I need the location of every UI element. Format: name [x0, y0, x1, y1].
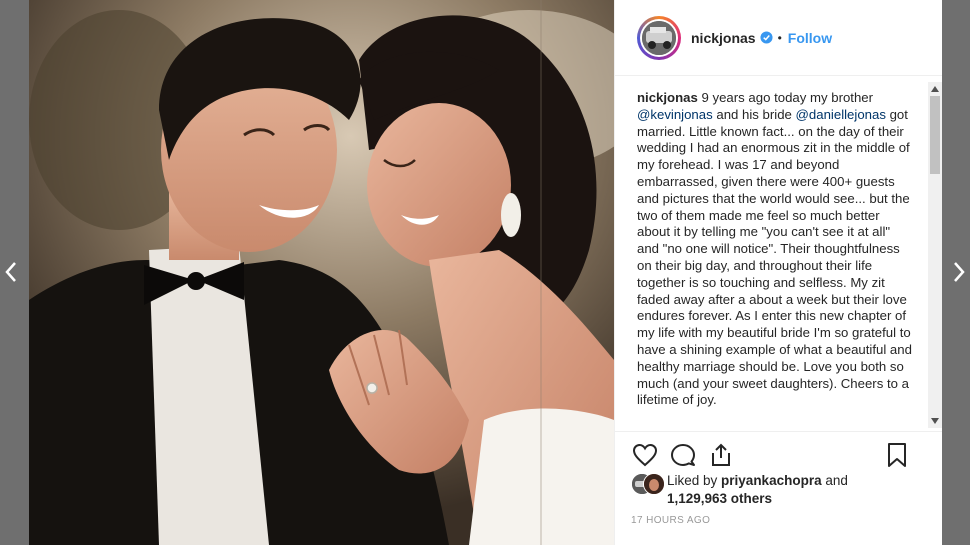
caption-scroll-area[interactable]: nickjonas 9 years ago today my brother @…: [615, 77, 942, 431]
likes-and: and: [821, 473, 848, 488]
liked-by-username[interactable]: priyankachopra: [721, 473, 822, 488]
caption-mention-kevinjonas[interactable]: @kevinjonas: [637, 107, 713, 122]
bookmark-icon[interactable]: [883, 441, 911, 469]
scroll-up-arrow-icon[interactable]: [928, 82, 942, 96]
post-header: nickjonas • Follow: [615, 0, 942, 76]
comment-icon[interactable]: [669, 441, 697, 469]
caption-text-part-2: and his bride: [712, 106, 796, 122]
caption-username[interactable]: nickjonas: [637, 90, 698, 105]
follow-button[interactable]: Follow: [788, 30, 832, 46]
author-username[interactable]: nickjonas: [691, 30, 756, 46]
post-caption: nickjonas 9 years ago today my brother @…: [637, 90, 913, 409]
header-separator: •: [777, 30, 782, 45]
post-photo: [29, 0, 614, 545]
post-timestamp[interactable]: 17 HOURS AGO: [631, 515, 710, 526]
share-icon[interactable]: [707, 441, 735, 469]
verified-badge-icon: [760, 31, 773, 44]
author-avatar[interactable]: [637, 15, 681, 60]
caption-text-part-3: got married. Little known fact... on the…: [637, 106, 912, 408]
chevron-left-icon: [5, 262, 16, 282]
scrollbar-thumb[interactable]: [930, 96, 940, 174]
post-modal: nickjonas • Follow nickjonas 9 years ago…: [29, 0, 942, 545]
likes-summary: Liked by priyankachopra and 1,129,963 ot…: [631, 470, 931, 510]
chevron-right-icon: [954, 262, 965, 282]
heart-icon[interactable]: [631, 441, 659, 469]
caption-mention-daniellejonas[interactable]: @daniellejonas: [796, 107, 886, 122]
liker-avatar-2[interactable]: [643, 473, 665, 495]
scroll-down-arrow-icon[interactable]: [928, 414, 942, 428]
likes-prefix: Liked by: [667, 473, 722, 488]
caption-text-part-1: 9 years ago today my brother: [697, 90, 874, 105]
caption-scrollbar[interactable]: [928, 82, 942, 428]
prev-post-arrow[interactable]: [0, 259, 22, 285]
post-side-panel: nickjonas • Follow nickjonas 9 years ago…: [614, 0, 942, 545]
next-post-arrow[interactable]: [948, 259, 970, 285]
likes-text: Liked by priyankachopra and 1,129,963 ot…: [667, 472, 848, 508]
liker-avatars: [631, 473, 667, 495]
likes-count[interactable]: 1,129,963 others: [667, 491, 772, 506]
